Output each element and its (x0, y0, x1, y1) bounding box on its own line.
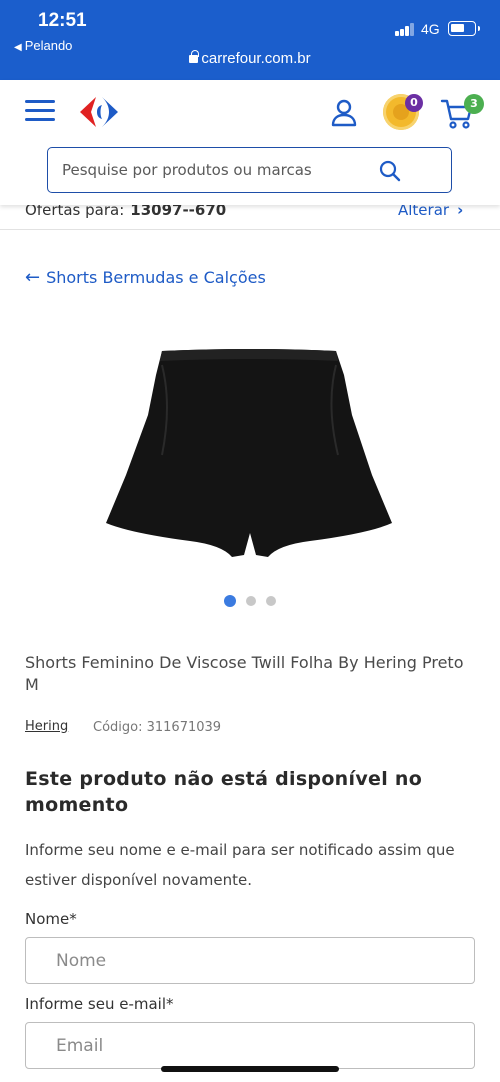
carousel-dot[interactable] (246, 596, 256, 606)
breadcrumb-label: Shorts Bermudas e Calções (46, 268, 266, 287)
product-title: Shorts Feminino De Viscose Twill Folha B… (25, 653, 464, 694)
battery-icon (448, 21, 480, 36)
name-field[interactable] (25, 937, 475, 984)
lock-icon (189, 50, 199, 63)
network-type: 4G (421, 21, 440, 37)
product-image[interactable] (100, 345, 400, 565)
unavailable-heading: Este produto não está disponível no mome… (25, 768, 423, 816)
carousel-dots (224, 595, 284, 609)
signal-icon (395, 22, 415, 36)
carousel-dot[interactable] (224, 595, 236, 607)
brand-link[interactable]: Hering (25, 719, 68, 734)
email-field[interactable] (25, 1022, 475, 1069)
search-input[interactable] (62, 148, 362, 191)
cart-count-badge: 3 (464, 94, 484, 114)
url-text: carrefour.com.br (201, 50, 311, 67)
status-bar: 12:51 ◀ Pelando 4G carrefour.com.br (0, 0, 500, 80)
product-code: Código: 311671039 (93, 720, 222, 735)
url-bar[interactable]: carrefour.com.br (0, 50, 500, 67)
arrow-left-icon: ← (25, 267, 41, 288)
search-icon[interactable] (378, 159, 402, 183)
menu-icon[interactable] (25, 100, 55, 122)
user-icon[interactable] (330, 98, 358, 128)
email-label: Informe seu e-mail* (25, 995, 174, 1013)
notify-description: Informe seu nome e e-mail para ser notif… (25, 841, 455, 889)
search-box (47, 147, 452, 193)
carrefour-logo[interactable] (76, 95, 122, 129)
breadcrumb-back-link[interactable]: ← Shorts Bermudas e Calções (25, 267, 266, 288)
status-time: 12:51 (38, 10, 87, 31)
coins-badge: 0 (405, 94, 423, 112)
home-indicator[interactable] (161, 1066, 339, 1072)
name-label: Nome* (25, 910, 77, 928)
carousel-dot[interactable] (266, 596, 276, 606)
